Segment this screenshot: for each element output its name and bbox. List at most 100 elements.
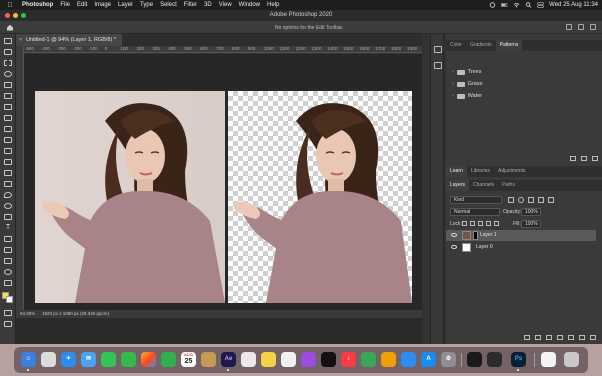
lasso-tool-icon[interactable] [4,71,12,78]
adjustment-layer-icon[interactable] [557,334,563,340]
terminal-icon[interactable] [487,352,502,367]
blur-tool-icon[interactable] [4,192,12,199]
menu-type[interactable]: Type [140,2,153,8]
photoshop-icon[interactable]: Ps [511,352,526,367]
path-selection-tool-icon[interactable] [4,236,12,243]
lock-position-icon[interactable] [478,221,483,226]
menu-filter[interactable]: Filter [184,2,197,8]
marquee-tool-icon[interactable] [4,60,12,67]
blend-mode-select[interactable]: Normal [450,208,500,216]
healing-brush-tool-icon[interactable] [4,126,12,133]
layer-name[interactable]: Layer 0 [476,242,493,253]
frame-tool-icon[interactable] [4,104,12,111]
search-icon[interactable] [525,2,532,8]
dodge-tool-icon[interactable] [4,203,12,210]
lock-all-icon[interactable] [494,221,499,226]
menu-window[interactable]: Window [239,2,260,8]
link-layers-icon[interactable] [524,334,530,340]
freeform-icon[interactable] [281,352,296,367]
share-icon[interactable] [590,24,596,30]
trash-icon[interactable] [564,352,579,367]
creative-cloud-icon[interactable] [489,2,496,8]
menu-view[interactable]: View [219,2,232,8]
notes-icon[interactable] [261,352,276,367]
tab-color[interactable]: Color [446,40,466,51]
pen-tool-icon[interactable] [4,214,12,221]
new-group-icon[interactable] [570,156,576,161]
shape-tool-icon[interactable] [4,247,12,254]
battery-icon[interactable] [501,2,508,8]
history-brush-tool-icon[interactable] [4,159,12,166]
keynote-icon[interactable] [401,352,416,367]
original-photo[interactable] [35,91,225,303]
maps-icon[interactable] [121,352,136,367]
photos-icon[interactable] [141,352,156,367]
document-tab[interactable]: × Untitled-1 @ 94% (Layer 1, RGB/8) * [16,34,122,46]
numbers-icon[interactable] [361,352,376,367]
screen-mode-icon[interactable] [4,321,12,328]
crop-tool-icon[interactable] [4,93,12,100]
menu-3d[interactable]: 3D [204,2,212,8]
eyedropper-tool-icon[interactable] [4,115,12,122]
menu-edit[interactable]: Edit [77,2,87,8]
filter-smart-object-icon[interactable] [548,197,554,203]
cutout-photo-transparent[interactable] [228,91,412,303]
layer-kind-filter[interactable]: Kind [450,196,502,204]
pattern-group-water[interactable]: › Water [452,91,482,101]
figma-icon[interactable] [467,352,482,367]
history-panel-icon[interactable] [434,46,442,53]
pattern-group-grass[interactable]: › Grass [452,79,482,89]
filter-type-icon[interactable] [528,197,534,203]
downloads-folder-icon[interactable] [541,352,556,367]
tab-adjustments[interactable]: Adjustments [494,166,530,177]
launchpad-icon[interactable] [41,352,56,367]
filter-adjustment-icon[interactable] [518,197,524,203]
workspace-icon[interactable] [578,24,584,30]
fill-input[interactable]: 100% [521,220,541,228]
document-size-info[interactable]: 1920 px x 1080 px (28.346 ppcm) [42,310,109,318]
finder-icon[interactable]: ☺ [21,352,36,367]
move-tool-icon[interactable] [4,38,12,45]
wifi-icon[interactable] [513,2,520,8]
opacity-input[interactable]: 100% [521,208,541,216]
background-color-swatch[interactable] [6,296,13,303]
tab-paths[interactable]: Paths [498,180,519,191]
lock-pixels-icon[interactable] [470,221,475,226]
gradient-tool-icon[interactable] [4,181,12,188]
home-icon[interactable] [6,24,14,31]
close-document-icon[interactable]: × [19,34,22,46]
facetime-icon[interactable] [161,352,176,367]
reminders-icon[interactable] [241,352,256,367]
quick-mask-icon[interactable] [4,310,12,317]
contacts-icon[interactable] [201,352,216,367]
menu-image[interactable]: Image [94,2,111,8]
filter-pixel-icon[interactable] [508,197,514,203]
after-effects-icon[interactable]: Ae [221,352,236,367]
layer-style-icon[interactable] [535,334,541,340]
artboard-tool-icon[interactable] [4,49,12,56]
system-preferences-icon[interactable]: ⚙ [441,352,456,367]
zoom-level[interactable]: 94.05% [20,310,35,318]
tab-patterns[interactable]: Patterns [495,40,523,51]
menu-help[interactable]: Help [267,2,279,8]
delete-layer-icon[interactable] [590,334,596,340]
lock-artboard-icon[interactable] [486,221,491,226]
properties-panel-icon[interactable] [434,62,442,69]
lock-transparency-icon[interactable] [462,221,467,226]
clone-stamp-tool-icon[interactable] [4,148,12,155]
messages-icon[interactable] [101,352,116,367]
clock[interactable]: Wed 25 Aug 11:34 [549,2,598,8]
apple-menu-icon[interactable]:  [6,2,14,9]
tab-gradients[interactable]: Gradients [466,40,496,51]
tab-libraries[interactable]: Libraries [467,166,494,177]
layer-mask-thumbnail[interactable] [473,231,478,240]
podcasts-icon[interactable] [301,352,316,367]
app-store-icon[interactable]: A [421,352,436,367]
hand-tool-icon[interactable] [4,258,12,265]
new-pattern-icon[interactable] [581,156,587,161]
type-tool-icon[interactable]: T [4,224,12,232]
apple-tv-icon[interactable] [321,352,336,367]
control-center-icon[interactable] [537,2,544,8]
menu-layer[interactable]: Layer [118,2,133,8]
trash-icon[interactable] [592,156,598,161]
